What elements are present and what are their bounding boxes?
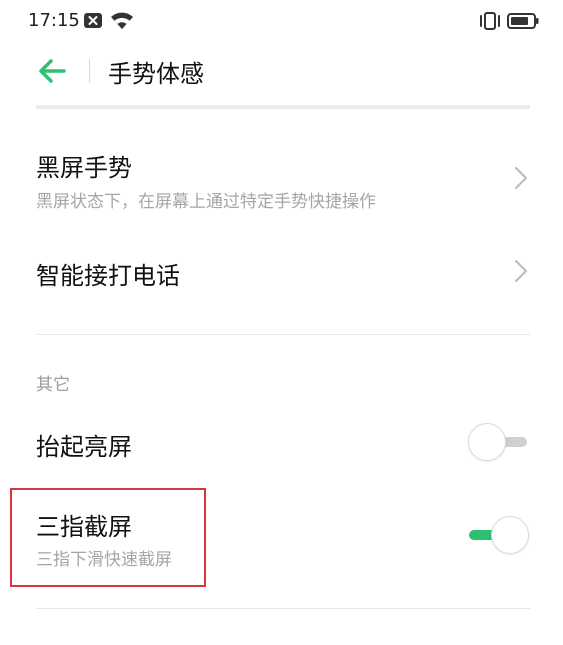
item-subtitle: 黑屏状态下，在屏幕上通过特定手势快捷操作 (36, 192, 376, 212)
item-title: 黑屏手势 (36, 154, 132, 182)
list-item-smart-call[interactable]: 智能接打电话 (0, 240, 563, 300)
toggle-knob (468, 423, 506, 461)
back-arrow-icon[interactable] (34, 54, 74, 88)
vibrate-icon (480, 12, 500, 30)
item-title: 智能接打电话 (36, 262, 180, 290)
section-header-other: 其它 (36, 375, 70, 395)
notification-x-icon (84, 13, 102, 28)
section-divider (36, 334, 530, 335)
page-title: 手势体感 (108, 60, 204, 88)
list-item-black-screen-gesture[interactable]: 黑屏手势 黑屏状态下，在屏幕上通过特定手势快捷操作 (0, 140, 563, 220)
item-title: 抬起亮屏 (36, 433, 132, 461)
raise-to-wake-toggle[interactable] (467, 422, 531, 462)
chevron-right-icon (514, 166, 528, 190)
list-item-raise-to-wake: 抬起亮屏 (0, 418, 563, 468)
three-finger-screenshot-toggle[interactable] (467, 515, 531, 555)
status-bar: 17:15 (0, 0, 563, 42)
chevron-right-icon (514, 259, 528, 283)
wifi-icon (111, 12, 133, 29)
header-divider (89, 59, 90, 83)
bottom-divider (36, 608, 530, 609)
battery-icon (507, 13, 539, 29)
top-divider (36, 105, 530, 109)
toggle-knob (491, 516, 529, 554)
header: 手势体感 (0, 42, 563, 102)
status-time: 17:15 (28, 10, 80, 31)
highlight-box (10, 488, 206, 587)
